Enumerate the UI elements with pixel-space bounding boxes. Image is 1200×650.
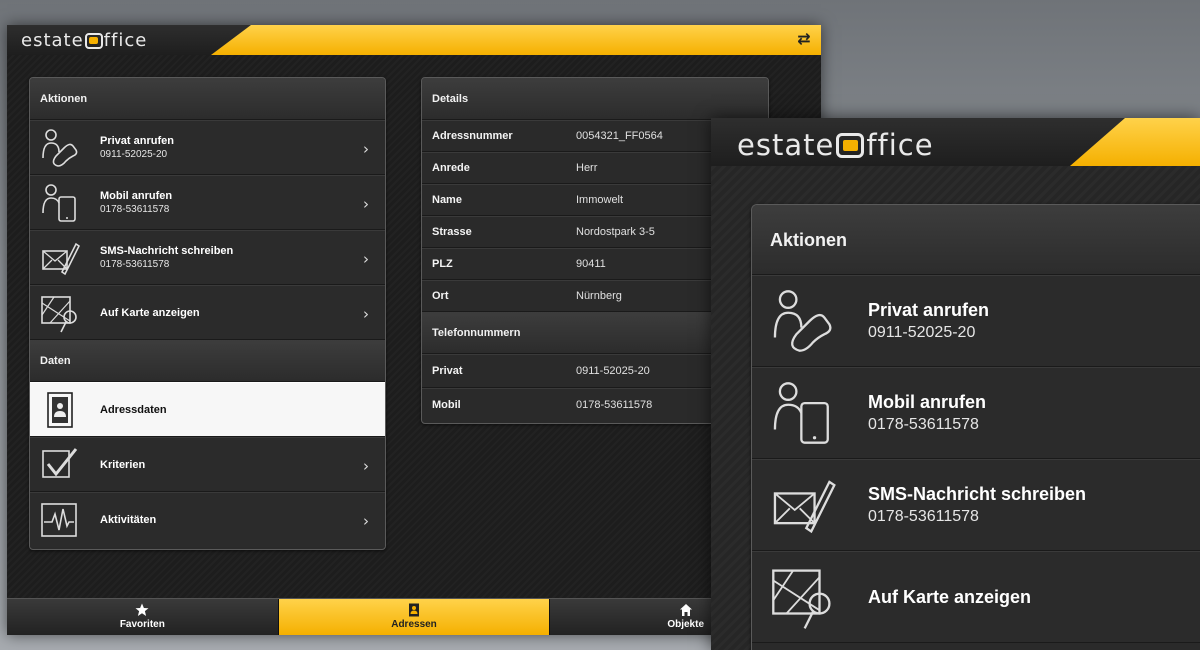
action-call-mobile[interactable]: Mobil anrufen 0178-53611578 › <box>30 175 385 230</box>
chevron-right-icon: › <box>363 250 369 268</box>
star-icon <box>135 603 149 616</box>
detail-key: Anrede <box>432 162 470 174</box>
detail-key: Adressnummer <box>432 130 513 142</box>
logo-text-end: ffice <box>866 128 934 162</box>
action-title: Privat anrufen <box>868 300 990 320</box>
map-pin-icon <box>41 296 77 333</box>
phone-key: Privat <box>432 365 463 377</box>
nav-favorites[interactable]: Favoriten <box>7 599 279 635</box>
address-card-icon <box>47 392 73 428</box>
top-bar-accent <box>211 25 821 55</box>
bottom-nav: Favoriten Adressen Objekte <box>7 598 821 635</box>
zoom-actions-panel: Aktionen Privat anrufen 0911-52025-20 Mo… <box>751 204 1200 650</box>
nav-addresses[interactable]: Adressen <box>278 599 551 635</box>
phone-value: 0178-53611578 <box>576 399 653 411</box>
detail-key: Ort <box>432 290 449 302</box>
action-subtitle: 0178-53611578 <box>868 508 979 525</box>
logo-text-end: ffice <box>103 30 148 51</box>
action-title: Privat anrufen <box>100 135 174 147</box>
actions-panel-title: Aktionen <box>30 78 385 120</box>
logo-o-icon <box>84 32 103 49</box>
app-window: estate ffice ⇄ Aktionen Privat anrufen 0… <box>7 25 821 635</box>
action-write-sms[interactable]: SMS-Nachricht schreiben 0178-53611578 › <box>30 230 385 285</box>
zoom-action-call-mobile[interactable]: Mobil anrufen 0178-53611578 <box>752 367 1200 459</box>
zoom-estateoffice-logo: estate ffice <box>737 128 934 162</box>
action-title: Auf Karte anzeigen <box>100 307 200 319</box>
address-card-icon <box>409 603 419 617</box>
data-item-address[interactable]: Adressdaten <box>30 382 385 437</box>
detail-key: PLZ <box>432 258 453 270</box>
data-item-title: Aktivitäten <box>100 514 157 526</box>
detail-value: Immowelt <box>576 194 624 206</box>
chevron-right-icon: › <box>363 140 369 158</box>
action-title: SMS-Nachricht schreiben <box>100 245 234 257</box>
logo-o-icon <box>836 132 865 158</box>
action-subtitle: 0178-53611578 <box>100 259 170 270</box>
person-phone-icon <box>773 290 832 352</box>
logo-text-start: estate <box>737 128 835 162</box>
zoom-action-write-sms[interactable]: SMS-Nachricht schreiben 0178-53611578 <box>752 459 1200 551</box>
detail-value: Nürnberg <box>576 290 622 302</box>
data-item-activities[interactable]: Aktivitäten › <box>30 492 385 547</box>
actions-panel: Aktionen Privat anrufen 0911-52025-20 › … <box>29 77 386 550</box>
zoom-action-call-private[interactable]: Privat anrufen 0911-52025-20 <box>752 275 1200 367</box>
phone-value: 0911-52025-20 <box>576 365 650 377</box>
data-item-title: Kriterien <box>100 459 146 471</box>
person-mobile-icon <box>773 382 829 444</box>
home-icon <box>679 604 692 616</box>
action-show-map[interactable]: Auf Karte anzeigen › <box>30 285 385 340</box>
checkbox-icon <box>42 448 78 478</box>
top-bar: estate ffice ⇄ <box>7 25 821 55</box>
activity-pulse-icon <box>41 503 77 537</box>
details-panel-title: Details <box>422 78 768 120</box>
zoom-actions-panel-title: Aktionen <box>752 205 1200 275</box>
envelope-pen-icon <box>773 480 836 534</box>
person-phone-icon <box>42 129 78 167</box>
zoom-action-show-map[interactable]: Auf Karte anzeigen <box>752 551 1200 643</box>
envelope-pen-icon <box>42 242 80 276</box>
action-subtitle: 0178-53611578 <box>100 204 170 215</box>
detail-key: Name <box>432 194 462 206</box>
action-title: Mobil anrufen <box>868 392 986 412</box>
nav-label: Adressen <box>391 619 437 630</box>
action-title: SMS-Nachricht schreiben <box>868 484 1087 504</box>
zoom-top-bar: estate ffice <box>711 118 1200 166</box>
action-title: Auf Karte anzeigen <box>868 587 1032 607</box>
nav-label: Favoriten <box>119 619 165 630</box>
action-subtitle: 0178-53611578 <box>868 416 979 433</box>
map-pin-icon <box>772 569 831 629</box>
phone-key: Mobil <box>432 399 461 411</box>
detail-value: 0054321_FF0564 <box>576 130 663 142</box>
person-mobile-icon <box>42 184 76 222</box>
action-call-private[interactable]: Privat anrufen 0911-52025-20 › <box>30 120 385 175</box>
action-subtitle: 0911-52025-20 <box>868 324 976 341</box>
chevron-right-icon: › <box>363 512 369 530</box>
detail-value: 90411 <box>576 258 606 270</box>
detail-value: Herr <box>576 162 598 174</box>
action-title: Mobil anrufen <box>100 190 173 202</box>
detail-key: Strasse <box>432 226 472 238</box>
logo-text-start: estate <box>21 30 84 51</box>
chevron-right-icon: › <box>363 305 369 323</box>
data-item-title: Adressdaten <box>100 404 167 416</box>
chevron-right-icon: › <box>363 195 369 213</box>
action-subtitle: 0911-52025-20 <box>100 149 168 160</box>
data-section-title: Daten <box>30 340 385 382</box>
zoom-window: estate ffice Aktionen Privat anrufen 091… <box>711 118 1200 650</box>
estateoffice-logo: estate ffice <box>21 30 147 51</box>
zoom-top-bar-accent <box>1070 118 1200 166</box>
sync-icon[interactable]: ⇄ <box>795 31 813 49</box>
data-item-criteria[interactable]: Kriterien › <box>30 437 385 492</box>
detail-value: Nordostpark 3-5 <box>576 226 655 238</box>
chevron-right-icon: › <box>363 457 369 475</box>
